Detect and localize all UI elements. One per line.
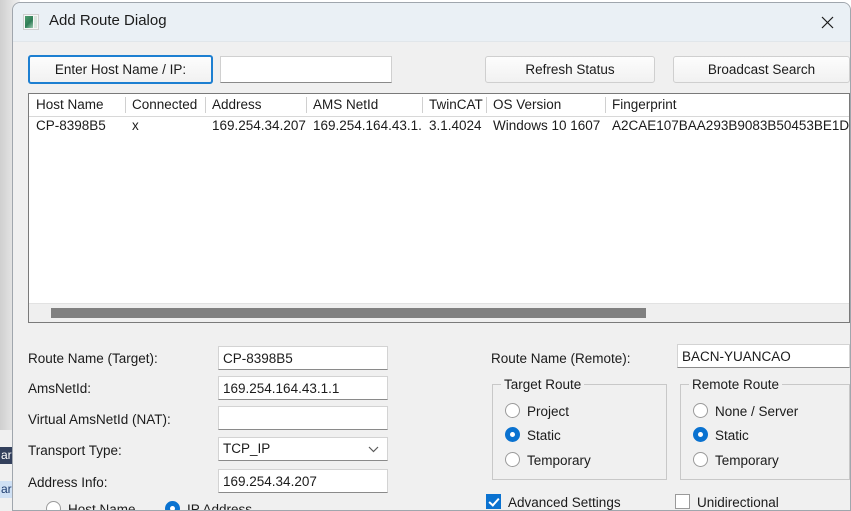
column-header-fingerprint[interactable]: Fingerprint (605, 94, 849, 116)
checkbox-unidirectional[interactable] (675, 494, 690, 509)
transport-type-select[interactable]: TCP_IP (218, 437, 388, 461)
host-name-ip-input[interactable] (220, 56, 392, 83)
radio-remote-static-label: Static (715, 428, 749, 443)
radio-remote-none-server[interactable] (693, 403, 708, 418)
radio-remote-static[interactable] (693, 427, 708, 442)
route-name-remote-label: Route Name (Remote): (491, 351, 631, 366)
radio-ip-address[interactable] (165, 501, 180, 510)
radio-remote-temporary[interactable] (693, 452, 708, 467)
cell-twincat: 3.1.4024 (429, 118, 482, 133)
dialog-title: Add Route Dialog (49, 12, 167, 29)
remote-route-title: Remote Route (689, 378, 783, 392)
virtual-ams-netid-label: Virtual AmsNetId (NAT): (28, 412, 171, 427)
radio-host-name-label: Host Name (68, 502, 136, 511)
route-name-remote-input[interactable] (677, 344, 850, 368)
add-route-dialog: Add Route Dialog Enter Host Name / IP: R… (12, 2, 851, 511)
listview-header: Host Name Connected Address AMS NetId Tw… (29, 94, 849, 117)
radio-target-project-label: Project (527, 404, 570, 419)
radio-remote-none-server-label: None / Server (715, 404, 799, 419)
cell-connected: x (132, 118, 139, 133)
horizontal-scrollbar[interactable] (29, 303, 849, 322)
table-row[interactable]: CP-8398B5 x 169.254.34.207 169.254.164.4… (29, 116, 849, 136)
transport-type-label: Transport Type: (28, 443, 122, 458)
column-header-twincat[interactable]: TwinCAT (422, 94, 486, 116)
transport-type-value: TCP_IP (223, 441, 271, 456)
cell-ams-netid: 169.254.164.43.1.1 (313, 118, 422, 133)
close-icon[interactable] (804, 3, 850, 42)
column-header-connected[interactable]: Connected (125, 94, 205, 116)
virtual-ams-netid-input[interactable] (218, 406, 388, 430)
radio-target-temporary[interactable] (505, 452, 520, 467)
column-header-address[interactable]: Address (205, 94, 306, 116)
checkbox-unidirectional-label: Unidirectional (697, 495, 779, 510)
address-info-label: Address Info: (28, 475, 108, 490)
column-header-os-version[interactable]: OS Version (486, 94, 605, 116)
address-info-input[interactable] (218, 469, 388, 493)
target-route-title: Target Route (501, 378, 585, 392)
column-header-ams-netid[interactable]: AMS NetId (306, 94, 422, 116)
cell-fingerprint: A2CAE107BAA293B9083B50453BE1D9F (612, 118, 850, 133)
radio-target-temporary-label: Temporary (527, 453, 591, 468)
radio-ip-address-label: IP Address (187, 502, 253, 511)
radio-target-static-label: Static (527, 428, 561, 443)
horizontal-scrollbar-thumb[interactable] (51, 308, 646, 318)
broadcast-search-button[interactable]: Broadcast Search (673, 56, 850, 83)
refresh-status-button[interactable]: Refresh Status (485, 56, 655, 83)
dialog-titlebar[interactable]: Add Route Dialog (13, 3, 850, 42)
cell-os-version: Windows 10 1607 (493, 118, 601, 133)
ams-netid-input[interactable] (218, 376, 388, 400)
cell-host-name: CP-8398B5 (36, 118, 106, 133)
radio-host-name[interactable] (46, 501, 61, 510)
enter-host-name-ip-button[interactable]: Enter Host Name / IP: (28, 55, 213, 84)
checkbox-advanced-settings[interactable] (486, 494, 501, 509)
routes-listview[interactable]: Host Name Connected Address AMS NetId Tw… (28, 93, 850, 323)
radio-remote-temporary-label: Temporary (715, 453, 779, 468)
twincat-route-icon (23, 14, 39, 30)
route-name-target-label: Route Name (Target): (28, 351, 158, 366)
route-name-target-input[interactable] (218, 346, 388, 370)
radio-target-static[interactable] (505, 427, 520, 442)
column-header-host-name[interactable]: Host Name (29, 94, 125, 116)
radio-target-project[interactable] (505, 403, 520, 418)
chevron-down-icon[interactable] (368, 438, 379, 460)
ams-netid-label: AmsNetId: (28, 381, 92, 396)
cell-address: 169.254.34.207 (212, 118, 306, 133)
checkbox-advanced-settings-label: Advanced Settings (508, 495, 621, 510)
